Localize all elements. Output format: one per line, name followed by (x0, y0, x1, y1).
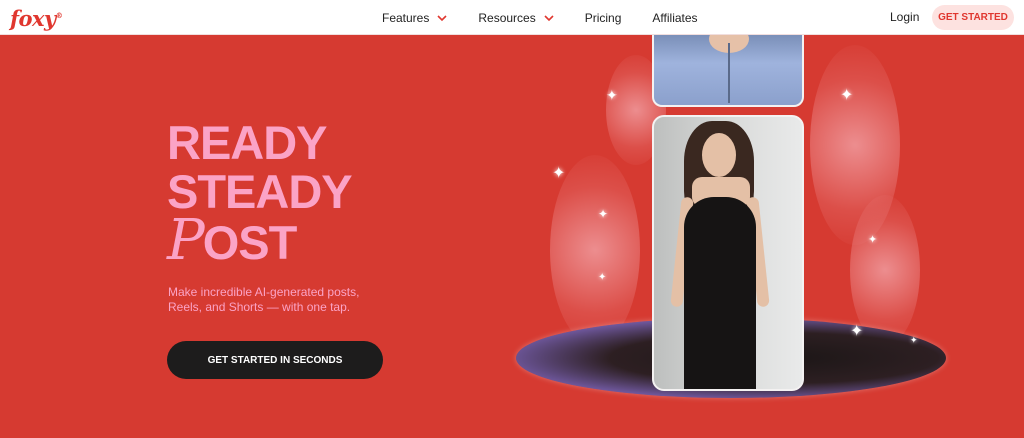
preview-photo-main (652, 115, 804, 391)
zipper-line (728, 43, 730, 103)
get-started-button[interactable]: GET STARTED (932, 5, 1014, 30)
title-line-post: POST (167, 213, 352, 269)
sparkle-icon: ✦ (868, 234, 878, 246)
nav-resources[interactable]: Resources (478, 10, 554, 25)
glitter-swirl-left (550, 155, 640, 345)
preview-photo-top (652, 35, 804, 107)
nav-pricing-label: Pricing (584, 10, 622, 25)
nav-pricing[interactable]: Pricing (585, 11, 622, 25)
nav-features-label: Features (382, 10, 430, 25)
main-nav: Features Resources Pricing Affiliates (382, 0, 729, 35)
title-script-letter: P (167, 208, 205, 273)
site-header: foxy® Features Resources Pricing Affilia… (0, 0, 1024, 35)
chevron-down-icon (544, 14, 554, 21)
sparkle-icon: ✦ (598, 207, 609, 221)
black-dress-shape (684, 197, 756, 389)
sparkle-icon: ✦ (598, 272, 607, 283)
foxy-logo[interactable]: foxy® (10, 6, 63, 31)
logo-text: foxy (10, 6, 56, 31)
sparkle-icon: ✦ (910, 335, 918, 345)
face-shape (702, 133, 736, 177)
nav-affiliates-label: Affiliates (652, 10, 698, 25)
login-link[interactable]: Login (890, 10, 919, 24)
get-started-in-seconds-button[interactable]: GET STARTED IN SECONDS (167, 341, 383, 379)
sparkle-icon: ✦ (840, 87, 854, 104)
hero-visual: ✦ ✦ ✦ ✦ ✦ ✦ ✦ ✦ (510, 35, 980, 438)
title-post-rest: OST (202, 216, 298, 269)
hero-subtitle: Make incredible AI-generated posts, Reel… (168, 285, 360, 314)
sparkle-icon: ✦ (606, 87, 618, 103)
sparkle-icon: ✦ (552, 165, 566, 182)
nav-resources-label: Resources (478, 10, 536, 25)
registered-mark: ® (55, 11, 63, 20)
chevron-down-icon (437, 14, 447, 21)
sparkle-icon: ✦ (850, 323, 864, 340)
nav-affiliates[interactable]: Affiliates (652, 11, 697, 25)
hero-title: READY STEADY POST (167, 116, 353, 269)
title-line-ready: READY (167, 116, 328, 169)
nav-features[interactable]: Features (382, 11, 447, 25)
